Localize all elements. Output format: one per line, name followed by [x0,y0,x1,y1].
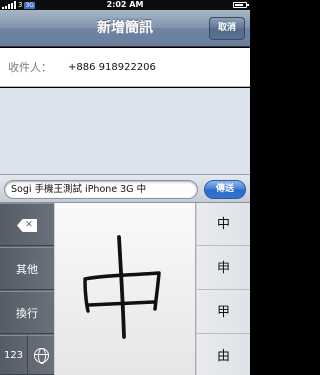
candidate-item[interactable]: 由 [197,335,250,375]
battery-fill [235,4,243,6]
cancel-button[interactable]: 取消 [209,17,245,40]
conversation-area [0,88,250,174]
navigation-bar: 新增簡訊 取消 [0,10,250,47]
globe-icon [34,348,49,364]
status-time: 2:02 AM [106,0,144,9]
handwriting-canvas[interactable] [55,203,196,375]
recipient-label: 收件人： [8,61,52,74]
numbers-key[interactable]: 123 [0,335,28,375]
handwriting-stroke [83,235,161,339]
candidate-item[interactable]: 中 [197,203,250,246]
newline-key[interactable]: 換行 [0,291,54,334]
delete-x-icon: ✕ [25,220,33,230]
status-bar: 3 3G 2:02 AM [0,0,250,10]
keyboard-function-keys: ✕ 其他 換行 123 [0,203,54,375]
other-key[interactable]: 其他 [0,247,54,290]
handwriting-keyboard: ✕ 其他 換行 123 中 申 甲 由 [0,203,250,375]
candidate-item[interactable]: 申 [197,247,250,290]
recipient-value[interactable]: +886 918922206 [68,48,156,87]
message-input[interactable]: Sogi 手機王測試 iPhone 3G 中 [4,180,198,199]
candidate-list: 中 申 甲 由 [197,203,250,375]
delete-key[interactable]: ✕ [0,203,54,246]
compose-bar: Sogi 手機王測試 iPhone 3G 中 傳送 [0,174,250,203]
battery-icon [233,2,249,8]
send-button[interactable]: 傳送 [204,180,246,199]
candidate-item[interactable]: 甲 [197,291,250,334]
recipient-field[interactable]: 收件人： +886 918922206 [0,48,250,87]
globe-key[interactable] [28,335,54,375]
